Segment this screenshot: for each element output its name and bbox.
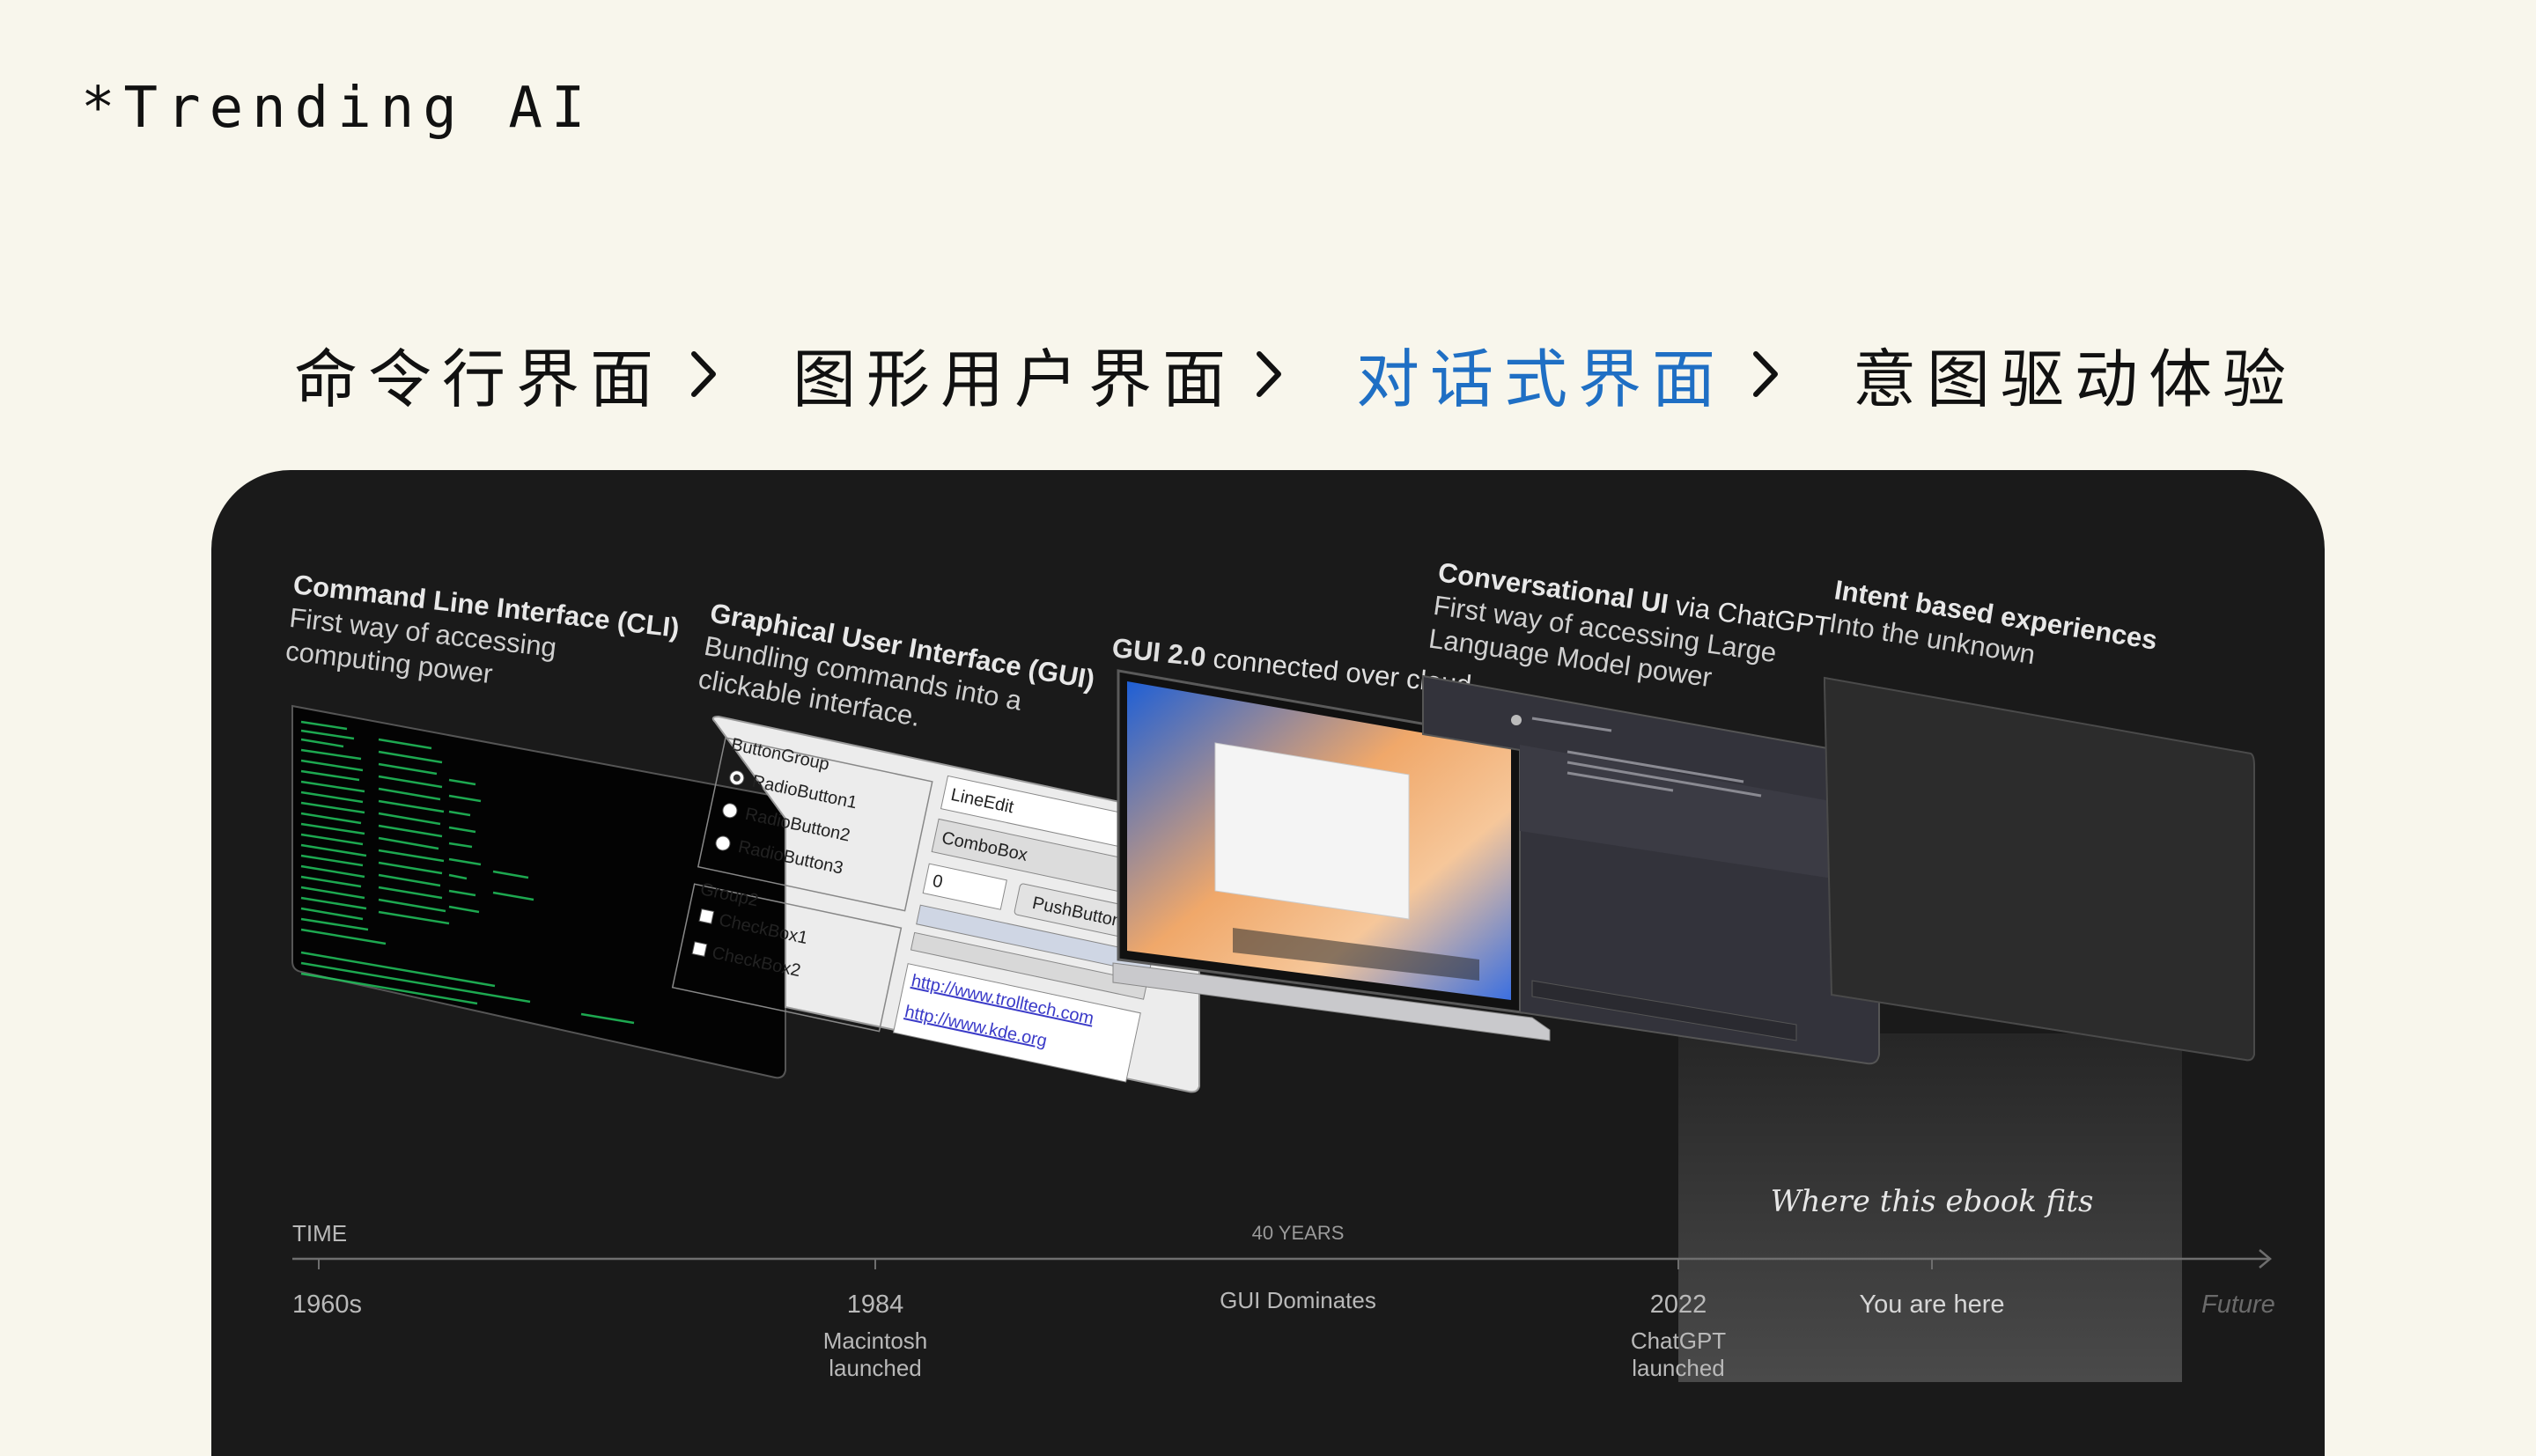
timeline-point-2022: 2022	[1649, 1291, 1707, 1319]
timeline-note-2022-line1: ChatGPT	[1630, 1327, 1727, 1354]
step-intent: 意图驱动体验	[1853, 342, 2297, 416]
timeline-panel: Where this ebook fits Command Line Inter…	[211, 470, 2325, 1456]
highlight-note: Where this ebook fits	[1771, 1184, 2094, 1219]
step-conversational: 对话式界面	[1356, 342, 1727, 416]
timeline-point-you-are-here: You are here	[1859, 1291, 2005, 1319]
step-gui: 图形用户界面	[792, 342, 1237, 416]
timeline-note-2022-line2: launched	[1632, 1355, 1725, 1381]
gui2-title-bold: GUI 2.0	[1110, 632, 1207, 673]
intent-era: Intent based experiences Into the unknow…	[1824, 574, 2255, 1062]
chevron-right-icon	[691, 351, 716, 397]
span-label: 40 YEARS	[1251, 1222, 1345, 1244]
timeline-point-1960s: 1960s	[292, 1291, 363, 1319]
timeline-note-1984-line1: Macintosh	[822, 1327, 928, 1354]
evolution-steps: 命令行界面 图形用户界面 对话式界面 意图驱动体验	[0, 327, 2536, 416]
brand-title: *Trending AI	[81, 76, 594, 141]
timeline-note-2022: ChatGPT launched	[1573, 1327, 1784, 1382]
timeline-point-1984: 1984	[846, 1291, 904, 1319]
chevron-right-icon	[1753, 351, 1778, 397]
intent-panel	[1824, 676, 2255, 1062]
step-cli: 命令行界面	[294, 342, 665, 416]
time-axis-label: TIME	[292, 1220, 348, 1246]
timeline-note-1984-line2: launched	[829, 1355, 922, 1381]
timeline-note-1984: Macintosh launched	[770, 1327, 981, 1382]
timeline-point-future: Future	[2201, 1291, 2275, 1319]
chevron-right-icon	[1257, 351, 1281, 397]
mid-label: GUI Dominates	[1220, 1287, 1376, 1313]
